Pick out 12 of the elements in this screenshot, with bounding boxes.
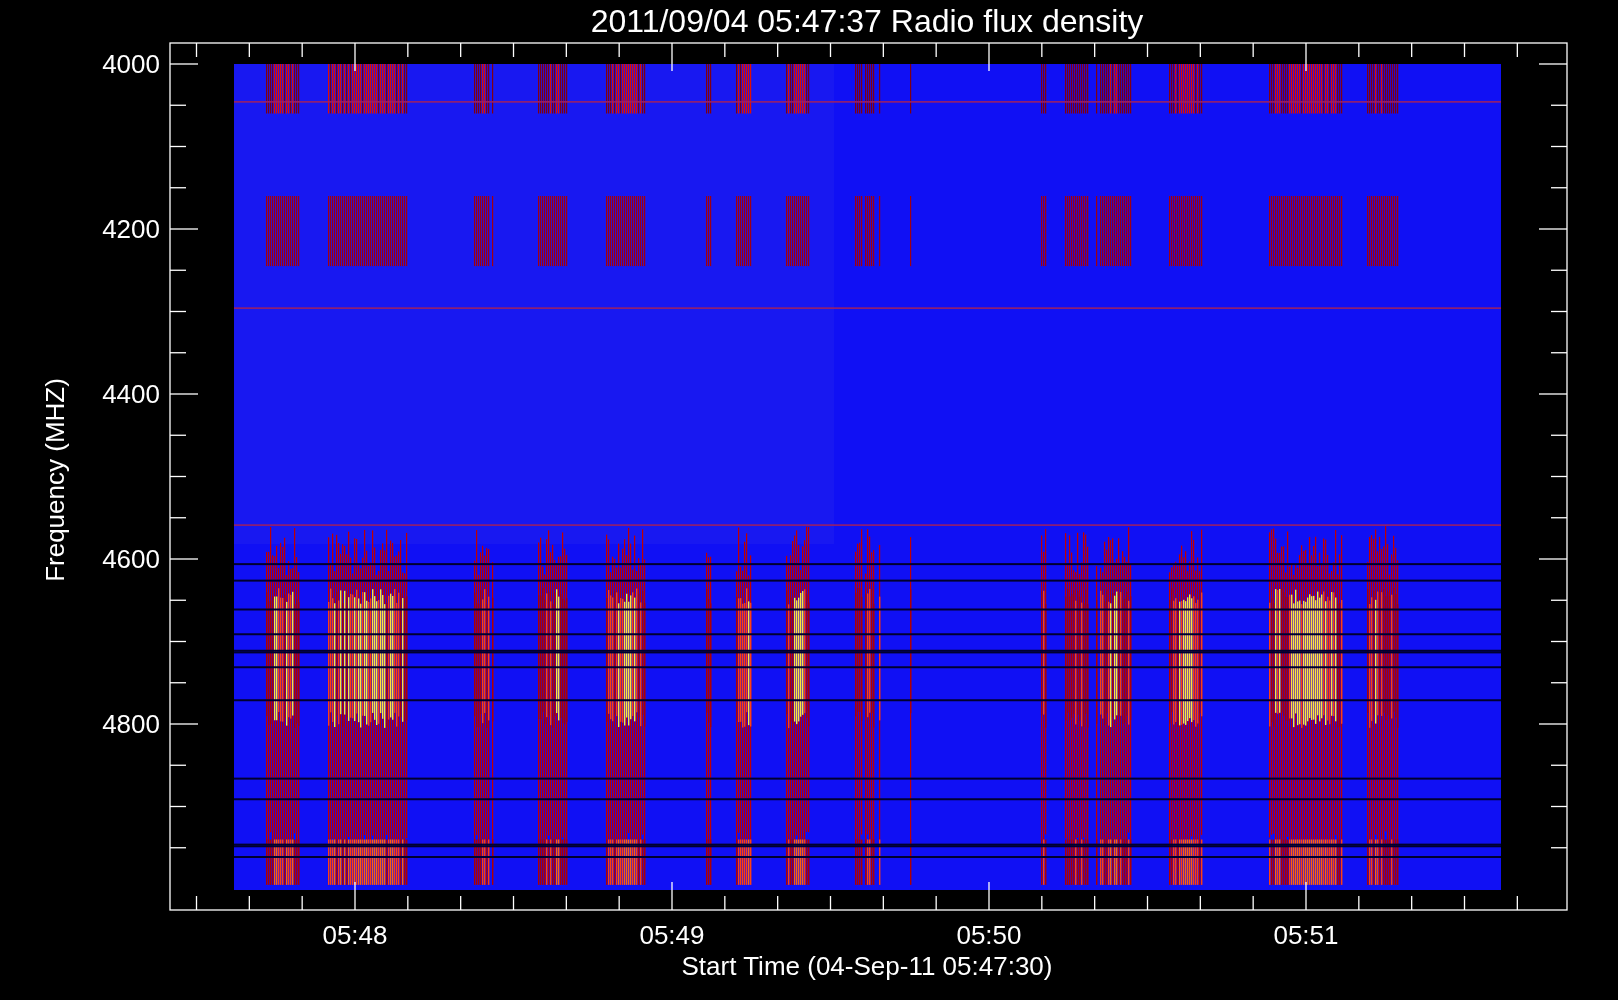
tick-label: 05:49	[639, 920, 705, 950]
axis-title: Frequency (MHZ)	[40, 378, 70, 582]
axis-title: Start Time (04-Sep-11 05:47:30)	[681, 951, 1053, 981]
tick-label: 4000	[102, 49, 160, 79]
tick-label: 4600	[102, 544, 160, 574]
chart-title: 2011/09/04 05:47:37 Radio flux density	[590, 3, 1144, 39]
tick-label: 05:51	[1273, 920, 1339, 950]
tick-label: 05:50	[956, 920, 1022, 950]
tick-label: 4800	[102, 709, 160, 739]
tick-label: 4400	[102, 379, 160, 409]
tick-label: 05:48	[322, 920, 388, 950]
tick-label: 4200	[102, 214, 160, 244]
